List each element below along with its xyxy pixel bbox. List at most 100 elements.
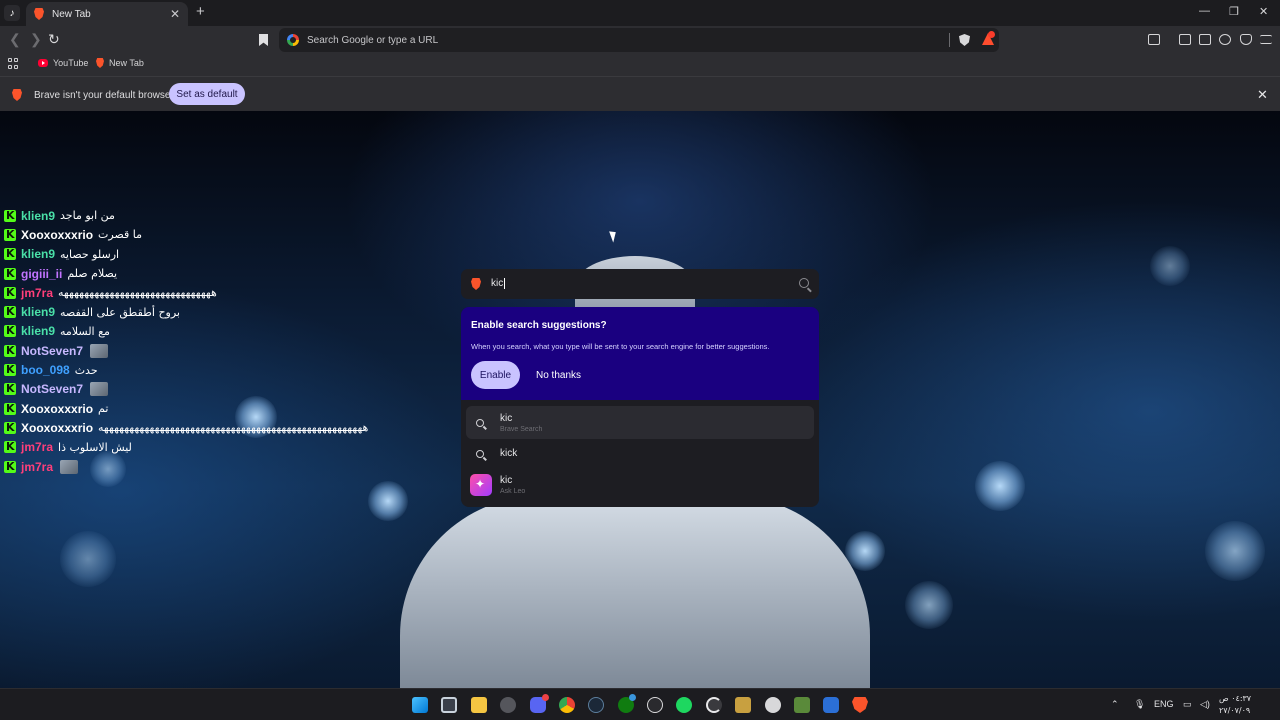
chat-message: Xooxoxxxrio ما قصرت [4, 225, 368, 244]
chat-username: klien9 [21, 208, 56, 223]
kick-icon [4, 344, 16, 357]
tiktok-pinned-tab[interactable]: ♪ [4, 5, 20, 21]
kick-icon [4, 267, 16, 280]
chat-username: jm7ra [21, 459, 54, 474]
app-icon[interactable] [823, 697, 839, 713]
reload-icon[interactable]: ↻ [48, 31, 60, 48]
background-light [368, 481, 408, 521]
set-as-default-button[interactable]: Set as default [169, 83, 245, 105]
promo-body: When you search, what you type will be s… [471, 342, 770, 351]
language-indicator[interactable]: ENG [1154, 699, 1174, 709]
search-suggestions-dropdown: Enable search suggestions? When you sear… [461, 307, 819, 507]
clock[interactable]: ٠٤:٣٧ ص ٢٧/٠٧/٠٩ [1219, 693, 1251, 717]
back-icon[interactable]: ❮ [9, 31, 21, 48]
chat-text: من ابو ماجد [60, 209, 115, 223]
infobar-close-icon[interactable]: ✕ [1257, 87, 1268, 103]
chat-username: boo_098 [21, 363, 70, 378]
suggestion-item[interactable]: kic Ask Leo [466, 468, 814, 501]
store-icon[interactable] [441, 697, 457, 713]
address-placeholder: Search Google or type a URL [307, 34, 439, 46]
start-icon[interactable] [412, 697, 428, 713]
chrome-icon[interactable] [559, 697, 575, 713]
obs-icon[interactable] [500, 697, 516, 713]
kick-icon [4, 305, 16, 319]
game-icon[interactable] [794, 697, 810, 713]
search-input[interactable]: kic [461, 269, 819, 299]
brave-shields-icon[interactable] [959, 34, 970, 46]
restore-icon[interactable]: ❐ [1229, 5, 1239, 18]
kick-icon [4, 286, 16, 299]
brave-taskbar-icon[interactable] [852, 697, 868, 713]
ccleaner-icon[interactable] [706, 697, 722, 713]
photos-icon[interactable] [735, 697, 751, 713]
new-tab-button[interactable]: + [196, 4, 205, 20]
bookmark-label: New Tab [109, 58, 144, 68]
kick-icon [4, 402, 16, 415]
chat-text: ارسلو حصايه [60, 247, 120, 261]
chat-message: klien9 بروح أطقطق على القفصه [4, 302, 368, 321]
tab-new-tab[interactable]: New Tab ✕ [26, 2, 188, 26]
no-thanks-button[interactable]: No thanks [536, 370, 581, 381]
app-icon[interactable] [647, 697, 663, 713]
search-icon [476, 449, 484, 458]
wallet-icon[interactable] [1199, 34, 1211, 45]
search-icon[interactable] [799, 278, 809, 288]
window-close-icon[interactable]: ✕ [1259, 5, 1268, 18]
tab-search-icon[interactable] [1148, 34, 1160, 45]
emote-image [90, 343, 109, 358]
brave-icon [96, 58, 104, 68]
chat-username: jm7ra [21, 440, 54, 455]
search-icon [476, 418, 484, 427]
address-bar[interactable]: Search Google or type a URL [279, 28, 999, 52]
chat-text: بروح أطقطق على القفصه [60, 305, 180, 319]
sidebar-icon[interactable] [1179, 34, 1191, 45]
kick-icon [4, 382, 16, 396]
minimize-icon[interactable]: — [1199, 5, 1210, 17]
suggestion-item[interactable]: kick [466, 437, 814, 470]
chat-message: jm7ra ليش الاسلوب ذا [4, 438, 368, 457]
clock-date: ٢٧/٠٧/٠٩ [1219, 706, 1251, 715]
close-tab-icon[interactable]: ✕ [170, 7, 180, 21]
notification-badge [542, 694, 549, 701]
kick-icon [4, 440, 16, 454]
file-explorer-icon[interactable] [471, 697, 487, 713]
enable-button[interactable]: Enable [471, 361, 520, 389]
leo-ai-icon[interactable] [1219, 34, 1231, 45]
chat-username: NotSeven7 [21, 343, 84, 358]
chat-text: هههههههههههههههههههههههههههههههههههههههه… [98, 421, 369, 435]
tray-overflow-icon[interactable]: ⌃ [1111, 699, 1119, 710]
chat-username: jm7ra [21, 285, 54, 300]
suggestion-item[interactable]: kic Brave Search [466, 406, 814, 439]
volume-icon[interactable]: ◁) [1200, 699, 1210, 710]
chat-message: Xooxoxxxrio ههههههههههههههههههههههههههههه… [4, 418, 368, 437]
kick-icon [4, 209, 16, 222]
chat-overlay: klien9 من ابو ماجد Xooxoxxxrio ما قصرت klien… [4, 206, 368, 476]
chat-username: klien9 [21, 247, 56, 262]
chat-username: Xooxoxxxrio [21, 227, 94, 242]
menu-icon[interactable] [1260, 35, 1272, 44]
apps-icon[interactable] [8, 58, 19, 69]
background-figure [400, 496, 870, 688]
vpn-icon[interactable] [1240, 34, 1252, 45]
emote-image [90, 382, 109, 397]
suggestion-source: Ask Leo [500, 487, 526, 495]
emote-image [60, 459, 79, 474]
bookmark-youtube[interactable]: YouTube [38, 58, 88, 68]
spotify-icon[interactable] [676, 697, 692, 713]
steam-icon[interactable] [588, 697, 604, 713]
suggestion-source: Brave Search [500, 425, 543, 433]
network-icon[interactable]: ▭ [1183, 699, 1192, 710]
chat-text: حدث [74, 363, 98, 377]
forward-icon[interactable]: ❯ [30, 31, 42, 48]
bookmark-new-tab[interactable]: New Tab [96, 58, 144, 68]
search-query: kic [491, 278, 506, 290]
settings-icon[interactable] [765, 697, 781, 713]
chat-message: jm7ra ههههههههههههههههههههههههههههههه [4, 283, 368, 302]
bookmark-icon[interactable] [259, 34, 268, 46]
divider [949, 33, 950, 47]
default-browser-infobar: Brave isn't your default browser Set as … [0, 76, 1280, 111]
microphone-icon[interactable]: 🎙 [1134, 699, 1145, 710]
brave-icon [12, 89, 22, 101]
tab-title: New Tab [52, 8, 91, 20]
chat-text: تم [98, 402, 109, 416]
